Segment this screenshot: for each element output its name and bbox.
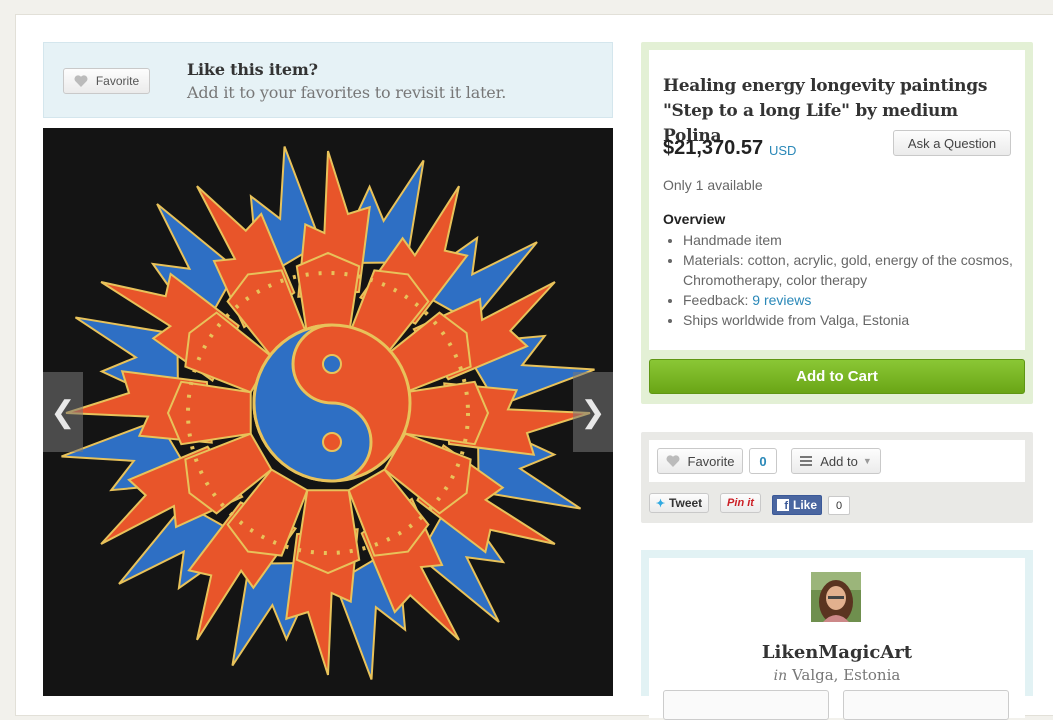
overview-item: Ships worldwide from Valga, Estonia — [683, 310, 1023, 330]
in-word: in — [773, 668, 788, 684]
like-label: Like — [792, 498, 817, 512]
favorite-row: Favorite 0 Add to ▼ — [649, 440, 1025, 482]
shop-card: LikenMagicArt in Valga, Estonia — [649, 558, 1025, 720]
painting-artwork — [61, 146, 595, 680]
feedback-label: Feedback: — [683, 292, 753, 308]
banner-title: Like this item? — [187, 60, 318, 79]
currency-code: USD — [769, 143, 797, 158]
add-to-cart-button[interactable]: Add to Cart — [649, 359, 1025, 394]
list-icon — [800, 456, 813, 466]
shop-panel: LikenMagicArt in Valga, Estonia — [641, 550, 1033, 720]
painting-inner-segment — [295, 489, 361, 575]
heart-icon — [74, 75, 88, 87]
painting-inner-segment — [404, 380, 490, 446]
chevron-right-icon: ❯ — [580, 395, 606, 429]
shop-action-button[interactable] — [843, 690, 1009, 720]
favorite-count: 0 — [749, 448, 777, 474]
add-to-label: Add to — [820, 453, 858, 469]
painting-inner-segment — [295, 251, 361, 337]
painting-inner-segment — [166, 380, 252, 446]
shop-name[interactable]: LikenMagicArt — [649, 642, 1025, 663]
tweet-button[interactable]: ✦ Tweet — [649, 493, 709, 513]
previous-image-button[interactable]: ❮ — [43, 372, 83, 452]
listing-details: Healing energy longevity paintings "Step… — [649, 50, 1025, 350]
shop-avatar[interactable] — [811, 572, 861, 622]
shop-action-button[interactable] — [663, 690, 829, 720]
favorite-banner: Favorite Like this item? Add it to your … — [43, 42, 613, 118]
overview-item: Feedback: 9 reviews — [683, 290, 1023, 310]
listing-panel: Healing energy longevity paintings "Step… — [641, 42, 1033, 404]
banner-favorite-label: Favorite — [95, 74, 140, 88]
social-panel: Favorite 0 Add to ▼ ✦ Tweet Pin it f Lik… — [641, 432, 1033, 523]
overview-item: Handmade item — [683, 230, 1023, 250]
shop-location-text: Valga, Estonia — [791, 666, 901, 684]
facebook-like-button[interactable]: f Like — [772, 495, 822, 515]
twitter-bird-icon: ✦ — [655, 497, 666, 510]
reviews-link[interactable]: 9 reviews — [752, 292, 811, 308]
facebook-icon: f — [776, 499, 789, 512]
overview-item: Materials: cotton, acrylic, gold, energy… — [683, 250, 1023, 290]
favorite-button[interactable]: Favorite — [657, 448, 743, 474]
banner-favorite-button[interactable]: Favorite — [63, 68, 150, 94]
like-count: 0 — [828, 496, 850, 515]
chevron-left-icon: ❮ — [50, 395, 76, 429]
pin-it-button[interactable]: Pin it — [720, 493, 761, 513]
caret-down-icon: ▼ — [862, 456, 872, 466]
favorite-label: Favorite — [687, 453, 735, 469]
shop-location: in Valga, Estonia — [649, 666, 1025, 684]
yin-yang-symbol — [252, 323, 412, 483]
listing-image[interactable]: ❮ ❯ — [43, 128, 613, 696]
overview-list: Handmade item Materials: cotton, acrylic… — [663, 230, 1023, 330]
availability-text: Only 1 available — [663, 177, 763, 193]
heart-icon — [666, 455, 679, 467]
add-to-list-button[interactable]: Add to ▼ — [791, 448, 881, 474]
tweet-label: Tweet — [669, 496, 703, 510]
overview-heading: Overview — [663, 211, 726, 227]
ask-question-button[interactable]: Ask a Question — [893, 130, 1011, 156]
banner-subtitle: Add it to your favorites to revisit it l… — [187, 83, 507, 102]
next-image-button[interactable]: ❯ — [573, 372, 613, 452]
listing-price: $21,370.57 — [663, 137, 764, 159]
